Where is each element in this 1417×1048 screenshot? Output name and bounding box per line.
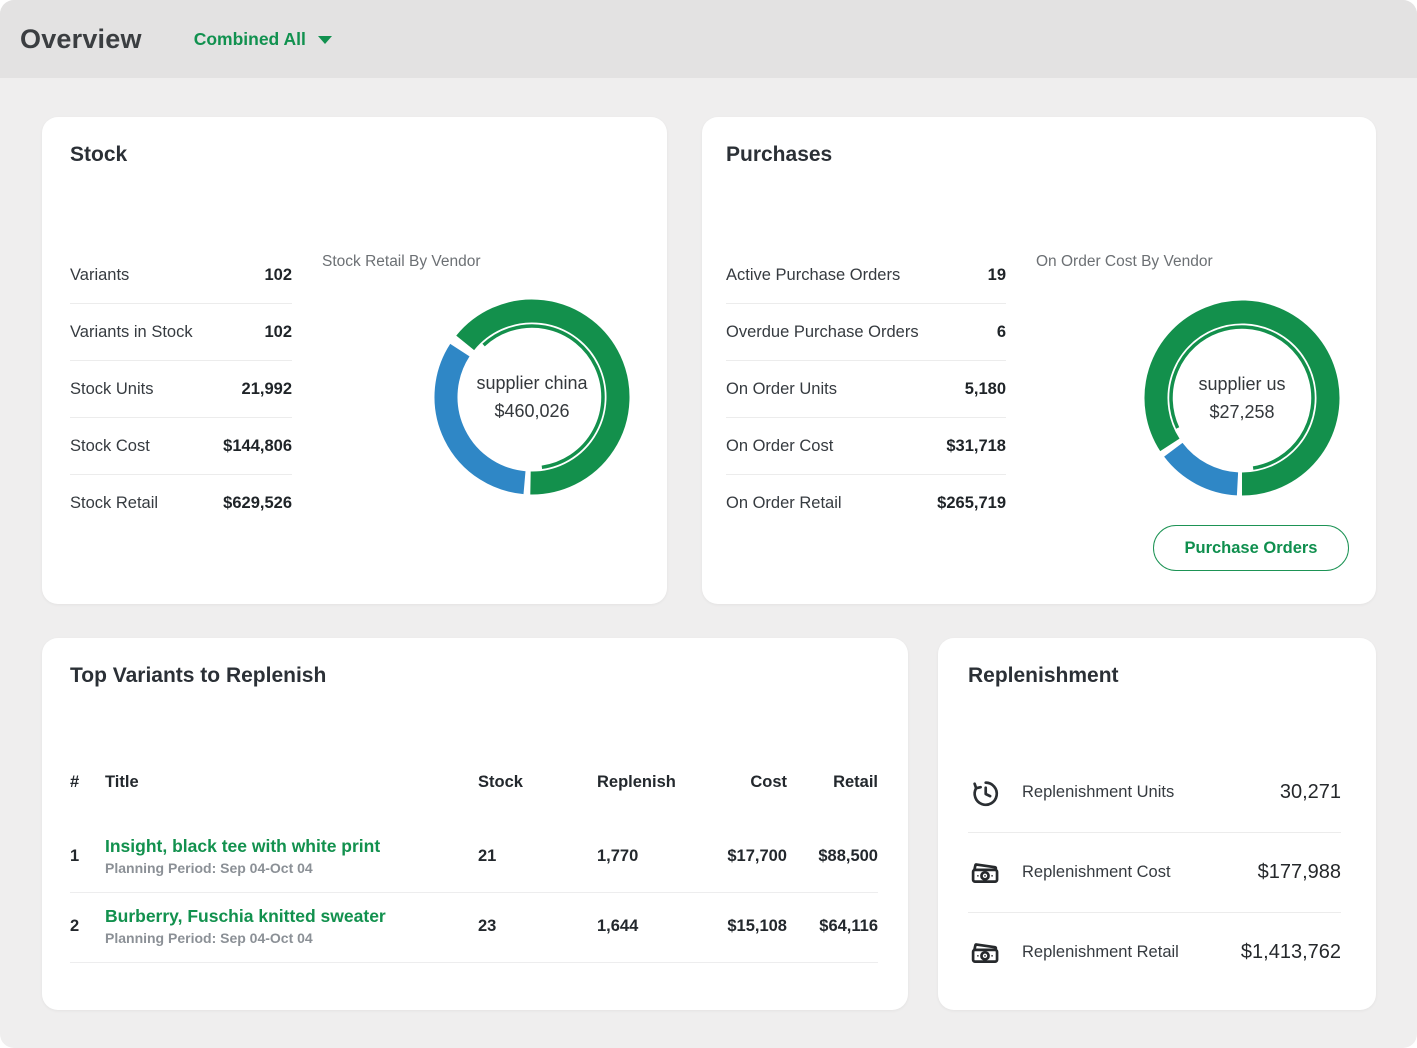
top-variants-card: Top Variants to Replenish # Title Stock …: [42, 638, 908, 1010]
planning-period-label: Planning Period: Sep 04-Oct 04: [105, 860, 478, 876]
cell-cost: $17,700: [717, 847, 787, 866]
table-row: 1 Insight, black tee with white print Pl…: [70, 836, 878, 893]
donut-segment-highlight-ring: [484, 326, 603, 467]
stock-stats-list: Variants 102 Variants in Stock 102 Stock…: [70, 247, 292, 531]
replenishment-label: Replenishment Units: [1022, 783, 1280, 802]
stat-label: On Order Cost: [726, 437, 833, 456]
purchases-stats-list: Active Purchase Orders 19 Overdue Purcha…: [726, 247, 1006, 531]
column-header-cost: Cost: [717, 773, 787, 792]
purchases-donut-chart: supplier us $27,258: [1137, 293, 1347, 503]
stat-value: $144,806: [223, 437, 292, 456]
column-header-stock: Stock: [478, 773, 597, 792]
stat-value: $629,526: [223, 494, 292, 513]
history-icon: [968, 776, 1002, 810]
banknotes-icon: [968, 856, 1002, 890]
stat-label: Variants: [70, 266, 129, 285]
cell-retail: $64,116: [787, 917, 878, 936]
stock-donut-chart: supplier china $460,026: [427, 292, 637, 502]
top-variants-title: Top Variants to Replenish: [70, 664, 326, 688]
row-rank: 1: [70, 847, 105, 866]
cell-replenish: 1,644: [597, 917, 717, 936]
stat-label: On Order Retail: [726, 494, 842, 513]
row-title-cell: Insight, black tee with white print Plan…: [105, 836, 478, 876]
cell-replenish: 1,770: [597, 847, 717, 866]
top-variants-table: # Title Stock Replenish Cost Retail 1 In…: [70, 758, 878, 963]
donut-segment-other-vendor[interactable]: [1173, 450, 1237, 484]
replenishment-value: 30,271: [1280, 781, 1341, 804]
table-body: 1 Insight, black tee with white print Pl…: [70, 836, 878, 963]
replenishment-row: Replenishment Units 30,271: [968, 753, 1341, 833]
variant-title-link[interactable]: Burberry, Fuschia knitted sweater: [105, 906, 478, 927]
cell-cost: $15,108: [717, 917, 787, 936]
stat-label: Variants in Stock: [70, 323, 193, 342]
stock-card: Stock Variants 102 Variants in Stock 102…: [42, 117, 667, 604]
cell-stock: 23: [478, 917, 597, 936]
replenishment-value: $1,413,762: [1241, 941, 1341, 964]
replenishment-card: Replenishment Replenishment Units 30,271…: [938, 638, 1376, 1010]
replenishment-row: Replenishment Cost $177,988: [968, 833, 1341, 913]
stat-value: 102: [264, 323, 292, 342]
stock-donut-svg: [427, 292, 637, 502]
stat-label: Stock Cost: [70, 437, 150, 456]
scope-dropdown-label: Combined All: [194, 29, 306, 50]
replenishment-title: Replenishment: [968, 664, 1119, 688]
stat-label: Active Purchase Orders: [726, 266, 900, 285]
table-header-row: # Title Stock Replenish Cost Retail: [70, 758, 878, 806]
chevron-down-icon: [318, 36, 332, 44]
replenishment-value: $177,988: [1258, 861, 1341, 884]
replenishment-row: Replenishment Retail $1,413,762: [968, 913, 1341, 992]
variant-title-link[interactable]: Insight, black tee with white print: [105, 836, 478, 857]
stat-value: $265,719: [937, 494, 1006, 513]
stat-row: On Order Retail $265,719: [726, 475, 1006, 531]
column-header-title: Title: [105, 773, 478, 792]
stat-label: Stock Units: [70, 380, 153, 399]
column-header-retail: Retail: [787, 773, 878, 792]
row-title-cell: Burberry, Fuschia knitted sweater Planni…: [105, 906, 478, 946]
scope-dropdown[interactable]: Combined All: [194, 29, 332, 50]
replenishment-label: Replenishment Retail: [1022, 943, 1241, 962]
stat-row: Variants 102: [70, 247, 292, 304]
stat-label: Stock Retail: [70, 494, 158, 513]
donut-segment-other-vendor[interactable]: [446, 350, 525, 483]
stat-row: On Order Units 5,180: [726, 361, 1006, 418]
stat-value: 19: [988, 266, 1006, 285]
cell-retail: $88,500: [787, 847, 878, 866]
stat-row: Stock Retail $629,526: [70, 475, 292, 531]
stat-label: On Order Units: [726, 380, 837, 399]
stat-row: Stock Units 21,992: [70, 361, 292, 418]
page-title: Overview: [20, 24, 142, 55]
stock-card-title: Stock: [70, 143, 127, 167]
stat-row: Stock Cost $144,806: [70, 418, 292, 475]
stat-row: Active Purchase Orders 19: [726, 247, 1006, 304]
purchases-donut-svg: [1137, 293, 1347, 503]
purchases-chart-caption: On Order Cost By Vendor: [1036, 253, 1213, 271]
column-header-replenish: Replenish: [597, 773, 717, 792]
stat-row: On Order Cost $31,718: [726, 418, 1006, 475]
stock-chart-caption: Stock Retail By Vendor: [322, 253, 481, 271]
stat-value: $31,718: [946, 437, 1006, 456]
purchase-orders-button[interactable]: Purchase Orders: [1153, 525, 1349, 571]
banknotes-icon: [968, 936, 1002, 970]
stat-value: 6: [997, 323, 1006, 342]
replenishment-list: Replenishment Units 30,271 Replenishment…: [968, 753, 1341, 992]
row-rank: 2: [70, 917, 105, 936]
stat-value: 5,180: [965, 380, 1006, 399]
overview-page: Overview Combined All Stock Variants 102…: [0, 0, 1417, 1048]
stat-value: 21,992: [242, 380, 292, 399]
purchases-card: Purchases Active Purchase Orders 19 Over…: [702, 117, 1376, 604]
stat-value: 102: [264, 266, 292, 285]
table-row: 2 Burberry, Fuschia knitted sweater Plan…: [70, 893, 878, 963]
donut-segment-highlight-ring: [1171, 327, 1313, 468]
topbar: Overview Combined All: [0, 0, 1417, 78]
replenishment-label: Replenishment Cost: [1022, 863, 1258, 882]
stat-label: Overdue Purchase Orders: [726, 323, 919, 342]
column-header-rank: #: [70, 773, 105, 792]
stat-row: Variants in Stock 102: [70, 304, 292, 361]
planning-period-label: Planning Period: Sep 04-Oct 04: [105, 930, 478, 946]
cell-stock: 21: [478, 847, 597, 866]
purchases-card-title: Purchases: [726, 143, 832, 167]
stat-row: Overdue Purchase Orders 6: [726, 304, 1006, 361]
